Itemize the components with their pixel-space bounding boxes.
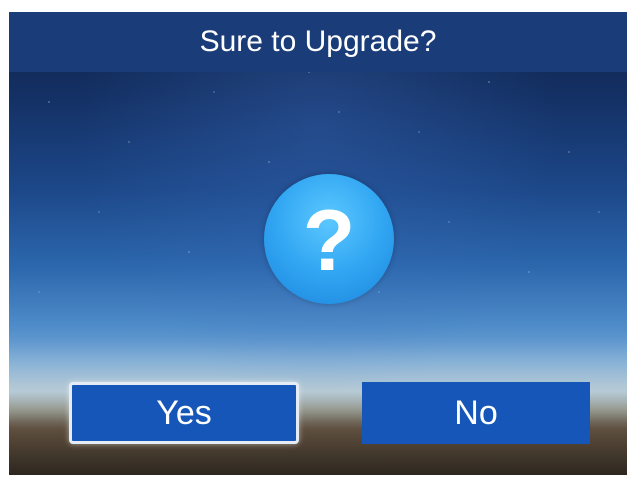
no-button[interactable]: No <box>362 382 590 444</box>
question-icon: ? <box>264 174 394 304</box>
question-mark-glyph: ? <box>302 193 356 289</box>
yes-button[interactable]: Yes <box>69 382 299 444</box>
upgrade-confirm-screen: Sure to Upgrade? ? Yes No <box>9 12 627 475</box>
dialog-title: Sure to Upgrade? <box>9 12 627 72</box>
